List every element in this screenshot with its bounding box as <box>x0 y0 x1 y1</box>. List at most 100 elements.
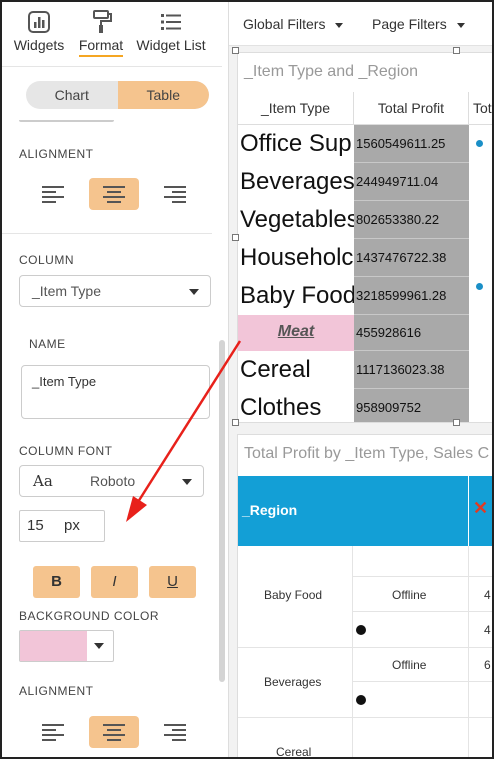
table-row[interactable]: Beverages 244949711.04 <box>238 163 492 201</box>
table-row[interactable]: Office Sup 1560549611.25 <box>238 125 492 163</box>
toggle-table[interactable]: Table <box>117 81 209 109</box>
pivot-row-label: Beverages <box>264 675 322 689</box>
pivot-value: 4 <box>484 588 491 602</box>
total-profit-cell: 802653380.22 <box>354 201 469 239</box>
align-left-button[interactable] <box>28 716 78 748</box>
item-type-cell: Baby Food <box>240 282 354 309</box>
align-center-button[interactable] <box>89 178 139 210</box>
pivot-widget[interactable]: Total Profit by _Item Type, Sales C _Reg… <box>237 434 492 759</box>
region-header[interactable]: _Region <box>242 502 297 518</box>
item-type-cell: Office Sup <box>240 130 352 157</box>
alignment-group-2 <box>28 716 200 748</box>
widget-title: Total Profit by _Item Type, Sales C <box>244 445 490 462</box>
align-left-icon <box>42 724 64 741</box>
global-filters-label: Global Filters <box>243 16 326 32</box>
table-row[interactable]: Baby Food 3218599961.28 <box>238 277 492 315</box>
column-header[interactable]: Tota <box>469 92 492 125</box>
widgets-icon <box>28 11 50 33</box>
close-icon[interactable]: ✕ <box>473 498 491 518</box>
resize-handle[interactable] <box>232 47 239 54</box>
align-center-icon <box>103 724 125 741</box>
alignment-label-2: ALIGNMENT <box>19 684 94 698</box>
pivot-channel-label: Offline <box>392 658 427 672</box>
item-type-cell: Meat <box>238 315 354 351</box>
total-profit-cell: 958909752 <box>354 389 469 422</box>
resize-handle[interactable] <box>232 234 239 241</box>
align-right-button[interactable] <box>150 178 200 210</box>
chevron-down-icon <box>182 479 192 485</box>
font-size-value: 15 <box>27 517 44 534</box>
name-input[interactable]: _Item Type <box>21 365 210 419</box>
table-row[interactable]: Clothes 958909752 <box>238 389 492 422</box>
grid-line <box>238 717 492 718</box>
table-row[interactable]: Vegetables 802653380.22 <box>238 201 492 239</box>
page-filters-dropdown[interactable]: Page Filters <box>372 16 465 32</box>
column-select[interactable]: _Item Type <box>19 275 211 307</box>
grid-line <box>238 647 492 648</box>
caret-down-icon <box>335 22 344 28</box>
align-right-icon <box>164 186 186 203</box>
panel-scrollbar[interactable] <box>219 340 225 682</box>
font-size-input[interactable]: 15 px <box>19 510 105 542</box>
global-filters-dropdown[interactable]: Global Filters <box>243 16 344 32</box>
tab-widgets[interactable]: Widgets <box>8 10 70 53</box>
bullet-icon <box>356 625 366 635</box>
bold-button[interactable]: B <box>33 566 80 598</box>
pivot-row-label: Baby Food <box>264 588 323 602</box>
indicator-dot <box>476 140 483 147</box>
section-divider <box>2 233 212 234</box>
color-swatch <box>20 631 87 661</box>
underline-button[interactable]: U <box>149 566 196 598</box>
resize-handle[interactable] <box>453 419 460 426</box>
format-paint-icon <box>93 10 112 33</box>
resize-handle[interactable] <box>453 47 460 54</box>
tab-format[interactable]: Format <box>70 10 132 57</box>
format-panel: Widgets Format Widget List Chart Table A… <box>2 2 228 757</box>
panel-tabs: Widgets Format Widget List <box>8 10 228 70</box>
tab-widget-list[interactable]: Widget List <box>134 10 208 53</box>
total-profit-cell: 244949711.04 <box>354 163 469 201</box>
align-center-button[interactable] <box>89 716 139 748</box>
font-family-select[interactable]: Aa Roboto <box>19 465 204 497</box>
indicator-dot <box>476 283 483 290</box>
column-font-label: COLUMN FONT <box>19 444 113 458</box>
grid-line <box>352 546 353 757</box>
grid-line <box>352 576 492 577</box>
italic-button[interactable]: I <box>91 566 138 598</box>
total-profit-cell: 455928616 <box>354 315 469 351</box>
font-size-unit: px <box>64 517 80 534</box>
caret-down-icon <box>456 22 465 28</box>
resize-handle[interactable] <box>232 419 239 426</box>
alignment-label: ALIGNMENT <box>19 147 94 161</box>
table-row[interactable]: Householc 1437476722.38 <box>238 239 492 277</box>
align-right-button[interactable] <box>150 716 200 748</box>
table-row-selected[interactable]: Meat 455928616 <box>238 315 492 351</box>
total-profit-cell: 3218599961.28 <box>354 277 469 315</box>
chevron-down-icon <box>94 643 104 649</box>
font-family-value: Roboto <box>90 473 136 489</box>
background-color-label: BACKGROUND COLOR <box>19 609 160 623</box>
filter-toolbar: Global Filters Page Filters <box>229 2 492 46</box>
background-color-picker[interactable] <box>19 630 114 662</box>
align-left-button[interactable] <box>28 178 78 210</box>
header-separator <box>468 476 469 546</box>
pivot-channel-label: Offline <box>392 588 427 602</box>
chart-table-toggle[interactable]: Chart Table <box>26 81 209 109</box>
grid-line <box>468 546 469 757</box>
grid-line <box>352 611 492 612</box>
column-header[interactable]: Total Profit <box>354 92 469 125</box>
pivot-row-label: Cereal <box>276 745 312 759</box>
item-type-cell: Cereal <box>240 356 311 383</box>
pivot-value: 6 <box>484 658 491 672</box>
column-header[interactable]: _Item Type <box>238 92 354 125</box>
item-type-cell: Clothes <box>240 394 322 421</box>
table-widget[interactable]: _Item Type and _Region _Item Type Total … <box>237 52 492 423</box>
screenshot-frame: Widgets Format Widget List Chart Table A… <box>0 0 494 759</box>
total-profit-cell: 1560549611.25 <box>354 125 469 163</box>
tab-format-label: Format <box>78 37 124 57</box>
pivot-header: _Region ✕ <box>238 476 492 546</box>
table-row[interactable]: Cereal 1117136023.38 <box>238 351 492 389</box>
toggle-chart[interactable]: Chart <box>26 81 118 109</box>
total-profit-cell: 1117136023.38 <box>354 351 469 389</box>
item-type-cell: Vegetables <box>240 206 354 233</box>
